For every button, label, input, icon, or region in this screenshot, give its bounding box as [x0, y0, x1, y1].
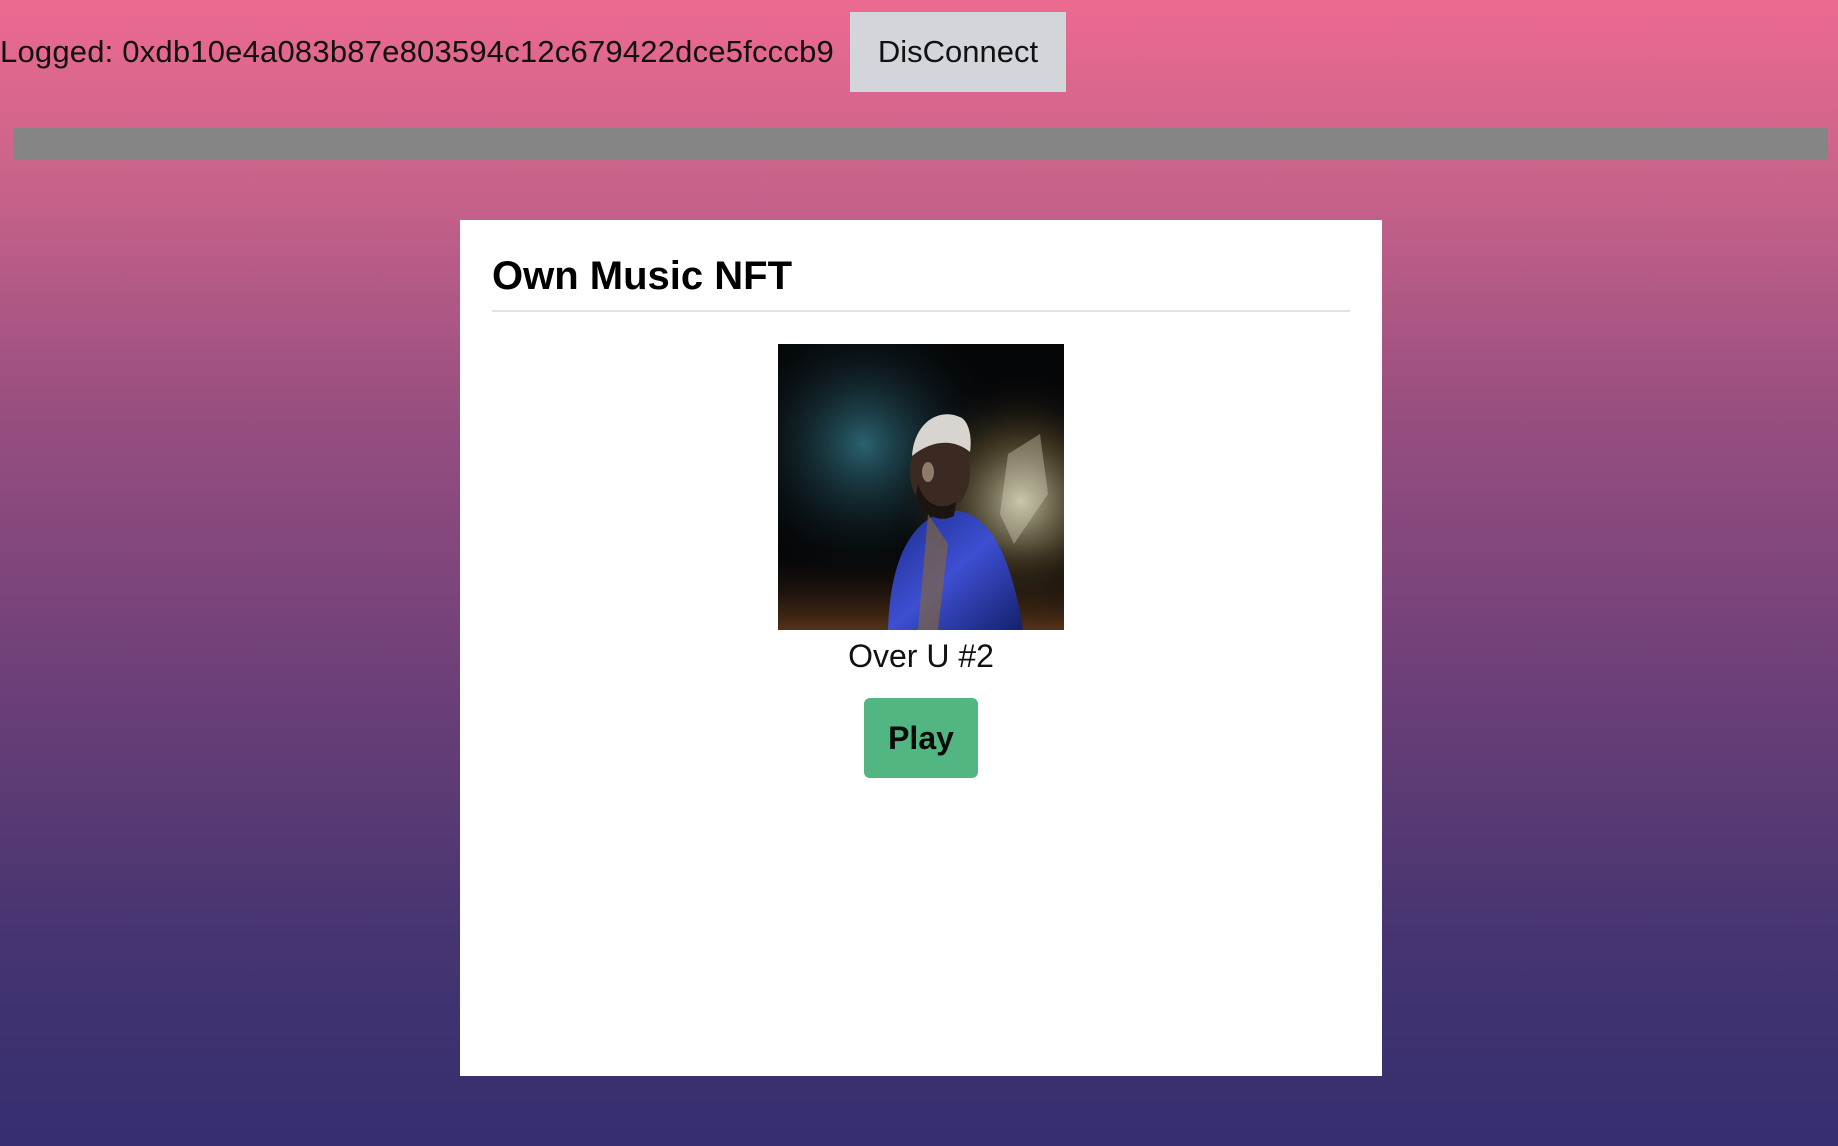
- nft-card: Own Music NFT Over U #2 Play: [460, 220, 1382, 1076]
- album-cover-image: [778, 344, 1064, 630]
- nft-item: Over U #2 Play: [492, 344, 1350, 778]
- card-title: Own Music NFT: [492, 256, 1350, 312]
- play-button[interactable]: Play: [864, 698, 978, 778]
- progress-bar: [14, 128, 1828, 160]
- disconnect-button[interactable]: DisConnect: [849, 12, 1066, 92]
- nft-title: Over U #2: [848, 638, 994, 674]
- progress-bar-fill: [14, 128, 1828, 160]
- logged-account-text: Logged: 0xdb10e4a083b87e803594c12c679422…: [0, 34, 834, 69]
- top-bar: Logged: 0xdb10e4a083b87e803594c12c679422…: [0, 12, 1066, 92]
